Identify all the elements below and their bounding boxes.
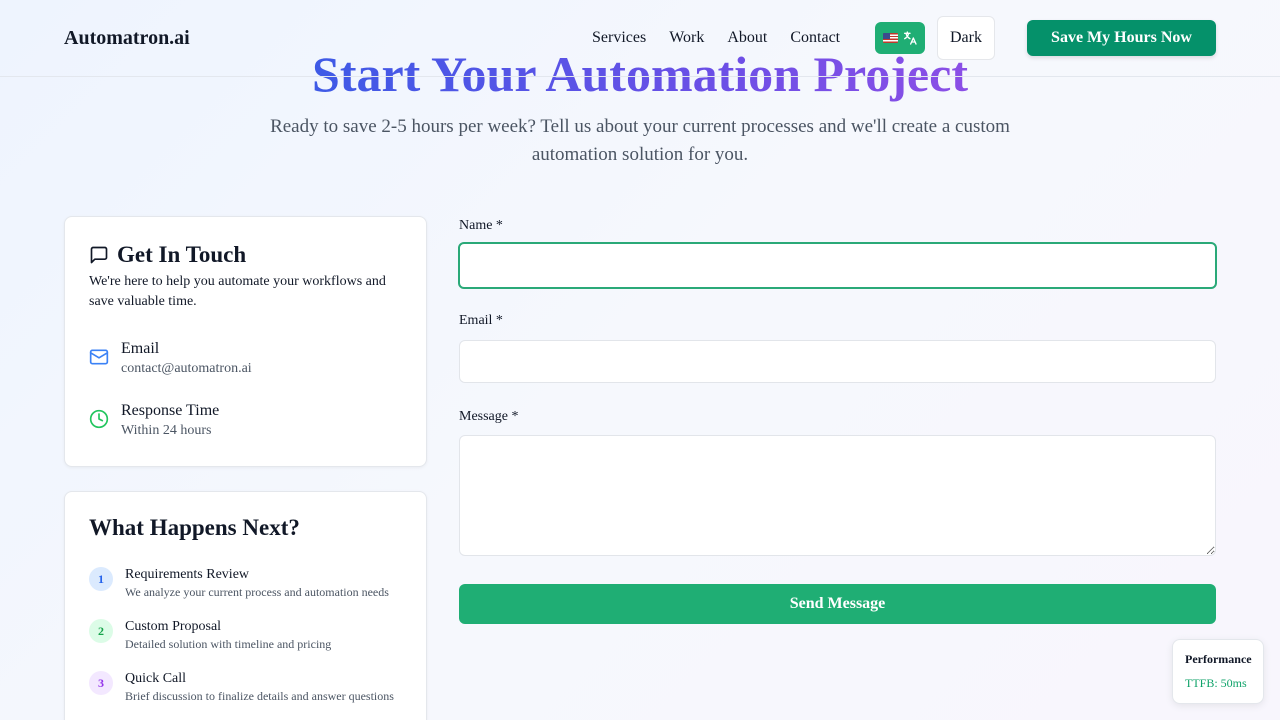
step-title: Custom Proposal (125, 619, 222, 634)
response-time-label: Response Time (121, 402, 220, 419)
step-item: 1 Requirements Review We analyze your cu… (89, 566, 389, 600)
step-number-badge: 1 (89, 567, 113, 591)
performance-widget: Performance TTFB: 50ms (1172, 639, 1264, 704)
step-description: Brief discussion to finalize details and… (125, 689, 394, 703)
email-label: Email (121, 340, 160, 357)
main-nav: Services Work About Contact (592, 29, 863, 47)
name-label: Name * (459, 218, 503, 233)
page-subtitle: Ready to save 2-5 hours per week? Tell u… (270, 116, 1010, 165)
step-item: 3 Quick Call Brief discussion to finaliz… (89, 670, 394, 704)
message-textarea[interactable] (459, 435, 1216, 556)
chat-bubble-icon (90, 246, 108, 264)
mail-icon (89, 349, 109, 365)
get-in-touch-title: Get In Touch (117, 242, 247, 267)
get-in-touch-heading: Get In Touch (89, 242, 246, 268)
email-input[interactable] (459, 340, 1216, 383)
what-happens-next-card: What Happens Next? 1 Requirements Review… (64, 491, 427, 720)
what-happens-next-title: What Happens Next? (89, 515, 300, 540)
save-hours-button[interactable]: Save My Hours Now (1027, 20, 1216, 56)
us-flag-icon (882, 33, 898, 43)
theme-toggle-button[interactable]: Dark (937, 16, 995, 60)
message-label: Message * (459, 409, 519, 424)
nav-work[interactable]: Work (669, 29, 704, 47)
step-number-badge: 3 (89, 671, 113, 695)
response-time-info: Response Time Within 24 hours (89, 401, 219, 439)
site-header: Automatron.ai Services Work About Contac… (0, 0, 1280, 77)
response-time-value: Within 24 hours (121, 423, 212, 438)
ttfb-value: TTFB: 50ms (1185, 676, 1247, 690)
logo[interactable]: Automatron.ai (64, 27, 190, 50)
email-address[interactable]: contact@automatron.ai (121, 361, 252, 377)
language-switcher-button[interactable] (875, 22, 925, 54)
email-info: Email contact@automatron.ai (89, 339, 252, 377)
step-description: Detailed solution with timeline and pric… (125, 637, 332, 651)
nav-contact[interactable]: Contact (790, 29, 840, 47)
step-item: 2 Custom Proposal Detailed solution with… (89, 618, 331, 652)
translate-icon (903, 31, 917, 45)
name-input[interactable] (458, 242, 1217, 289)
nav-services[interactable]: Services (592, 29, 646, 47)
performance-title: Performance (1185, 652, 1252, 666)
step-description: We analyze your current process and auto… (125, 585, 389, 599)
step-title: Quick Call (125, 671, 187, 686)
nav-about[interactable]: About (727, 29, 767, 47)
get-in-touch-card: Get In Touch We're here to help you auto… (64, 216, 427, 467)
step-title: Requirements Review (125, 567, 250, 582)
get-in-touch-description: We're here to help you automate your wor… (89, 274, 386, 309)
send-message-button[interactable]: Send Message (459, 584, 1216, 624)
clock-icon (89, 409, 109, 429)
step-number-badge: 2 (89, 619, 113, 643)
email-field-label: Email * (459, 313, 503, 328)
